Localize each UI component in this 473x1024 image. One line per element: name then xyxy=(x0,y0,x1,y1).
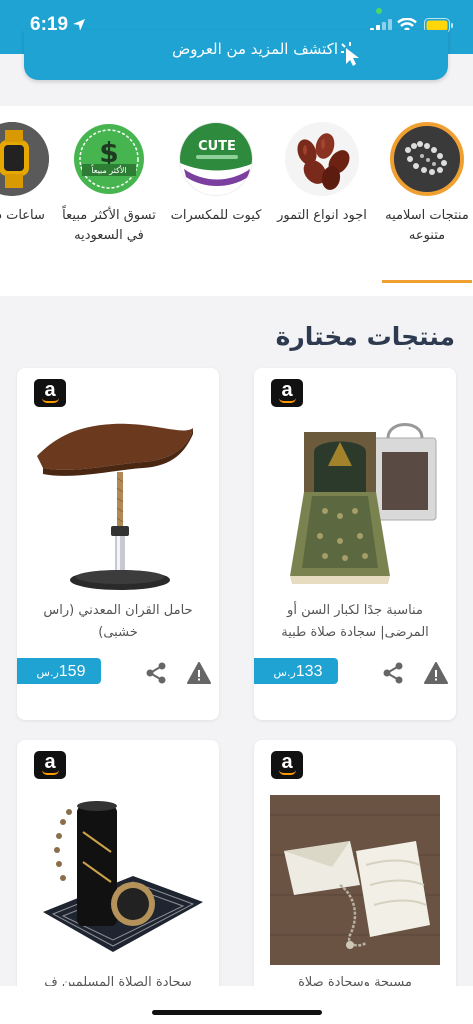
report-warning-icon[interactable] xyxy=(187,662,211,684)
product-title[interactable]: حامل القران المعدني (راس خشبى) xyxy=(25,600,211,644)
category-item-best-sellers[interactable]: $ الأكثر مبيعاً تسوق الأكثر مبيعاً في ال… xyxy=(59,122,159,246)
category-label: ساعات ذكية xyxy=(0,208,45,223)
category-item-dates[interactable]: اجود انواع التمور xyxy=(272,122,372,226)
explore-offers-banner[interactable]: اكتشف المزيد من العروض xyxy=(24,30,448,80)
product-card[interactable]: a مسبحة وسجادة صلاة xyxy=(254,740,456,1024)
category-item-cute-nuts[interactable]: CUTE كيوت للمكسرات xyxy=(166,122,266,226)
cursor-click-icon xyxy=(341,42,359,66)
amazon-logo-icon: a xyxy=(34,751,66,779)
cute-nuts-logo-icon: CUTE xyxy=(179,122,253,196)
report-warning-icon[interactable] xyxy=(424,662,448,684)
product-image-prayer-mat-set xyxy=(33,792,203,972)
smartwatch-icon xyxy=(0,122,49,196)
prayer-beads-icon xyxy=(390,122,464,196)
amazon-logo-icon: a xyxy=(34,379,66,407)
product-card[interactable]: a حامل القران المعدني (راس خشبى) 159ر.س xyxy=(17,368,219,720)
product-title[interactable]: مناسبة جدًا لكبار السن أو المرضى| سجادة … xyxy=(262,600,448,644)
category-label: تسوق الأكثر مبيعاً في السعوديه xyxy=(62,208,156,243)
category-strip[interactable]: منتجات اسلاميه متنوعه اجود انواع التمور … xyxy=(0,106,473,296)
category-label: منتجات اسلاميه متنوعه xyxy=(385,208,469,243)
amazon-logo-icon: a xyxy=(271,751,303,779)
svg-text:CUTE: CUTE xyxy=(198,139,236,154)
home-indicator[interactable] xyxy=(152,1010,322,1015)
amazon-logo-icon: a xyxy=(271,379,303,407)
dates-icon xyxy=(285,122,359,196)
price-value: 159 xyxy=(58,663,86,680)
category-item-smartwatches[interactable]: ساعات ذكية xyxy=(0,122,62,226)
share-icon[interactable] xyxy=(382,662,404,684)
section-title: منتجات مختارة xyxy=(275,322,455,351)
svg-text:الأكثر مبيعاً: الأكثر مبيعاً xyxy=(90,164,126,175)
price-currency: ر.س xyxy=(36,666,59,679)
share-icon[interactable] xyxy=(145,662,167,684)
product-image-quran-stand xyxy=(33,416,203,596)
product-image-white-prayer-mat xyxy=(270,795,440,965)
category-item-islamic-products[interactable]: منتجات اسلاميه متنوعه xyxy=(377,122,473,246)
category-label: اجود انواع التمور xyxy=(277,208,367,223)
product-image-prayer-mat xyxy=(270,416,440,596)
bottom-safe-area xyxy=(0,986,473,1024)
category-label: كيوت للمكسرات xyxy=(170,208,262,223)
price-value: 133 xyxy=(295,663,323,680)
product-card[interactable]: a سجادة الصلاة المسلمين ف xyxy=(17,740,219,1024)
price-tag: 159ر.س xyxy=(17,658,101,684)
price-currency: ر.س xyxy=(273,666,296,679)
price-tag: 133ر.س xyxy=(254,658,338,684)
best-seller-badge-icon: $ الأكثر مبيعاً xyxy=(72,122,146,196)
privacy-indicator-dot xyxy=(376,8,382,14)
selected-category-indicator xyxy=(382,280,472,283)
product-card[interactable]: a مناسبة جدًا لكبار السن أو المرضى| سجاد… xyxy=(254,368,456,720)
banner-text: اكتشف المزيد من العروض xyxy=(172,40,338,58)
